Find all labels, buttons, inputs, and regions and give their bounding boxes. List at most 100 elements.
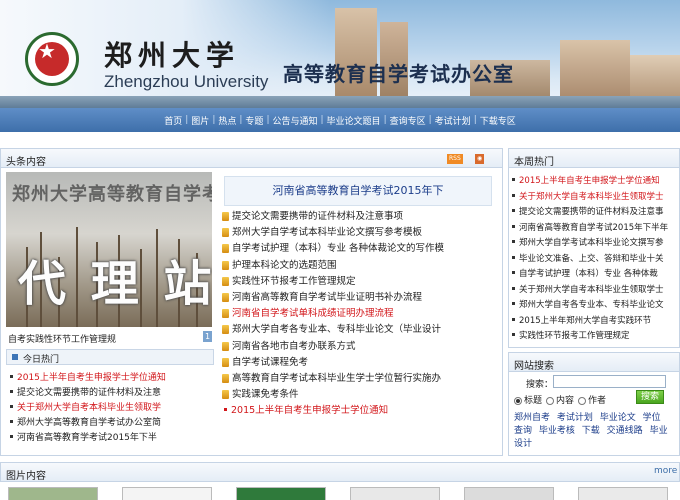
nav-item[interactable]: 查询专区 [387,114,429,127]
search-button[interactable]: 搜索 [636,390,664,404]
bullet-icon [512,302,515,305]
quick-links: 郑州自考 考试计划 毕业论文 学位 查询 毕业考核 下载 交通线路 毕业设计 [514,412,676,451]
document-icon [222,292,229,302]
search-label: 搜索： [526,380,554,390]
document-icon [222,390,229,400]
list-item[interactable]: 自学考试护理（本科）专业 各种体裁 [512,267,678,283]
rss-icon[interactable]: RSS [447,154,463,164]
header-banner: ★ 郑州大学 Zhengzhou University 高等教育自学考试办公室 [0,0,680,108]
nav-item[interactable]: 考试计划 [432,114,474,127]
quick-link[interactable]: 毕业论文 [600,413,636,423]
banner-building [560,40,630,100]
list-item[interactable]: 提交论文需要携带的证件材料及注意事项 [222,209,502,225]
list-item[interactable]: 实践性环节报考工作管理规定 [512,329,678,345]
search-input[interactable] [553,375,666,388]
main-nav: 首页 | 图片 | 热点 | 专题 | 公告与通知 | 毕业论文题目 | 查询专区 | 考试计… [0,108,680,132]
list-item[interactable]: 护理本科论文的选题范围 [222,258,502,274]
list-item[interactable]: 郑州大学高等教育自学考试办公室简 [10,416,210,431]
list-item[interactable]: 关于郑州大学自考本科毕业生领取学士 [512,190,678,206]
list-item[interactable]: 2015上半年郑州大学自考实践环节 [512,314,678,330]
radio-content[interactable]: 内容 [546,393,574,406]
bullet-icon [10,390,13,393]
nav-item[interactable]: 毕业论文题目 [324,114,384,127]
list-item[interactable]: 提交论文需要携带的证件材料及注意 [10,386,210,401]
headline-photo[interactable]: 郑州大学高等教育自学考试工作 代 理 站 [6,172,212,327]
bullet-icon [10,405,13,408]
quick-link[interactable]: 下载 [582,426,600,436]
picture-thumbnail[interactable] [122,487,212,500]
list-item[interactable]: 关于郑州大学自考本科毕业生领取学 [10,401,210,416]
star-icon: ★ [38,39,56,63]
list-item[interactable]: 河南省自学考试单科成绩证明办理流程 [222,306,502,322]
list-item[interactable]: 高等教育自学考试本科毕业生学士学位暂行实施办 [222,371,502,387]
weekly-hot-title: 本周热门 [514,157,554,168]
list-item[interactable]: 河南省各地市自考办联系方式 [222,339,502,355]
list-item[interactable]: 2015上半年自考生申报学士学位通知 [512,174,678,190]
document-icon [222,228,229,238]
list-item[interactable]: 毕业论文准备、上交、答辩和毕业十关 [512,252,678,268]
center-article-list: 提交论文需要携带的证件材料及注意事项 郑州大学自学考试本科毕业论文撰写参考模板 … [222,209,502,419]
bullet-icon [512,255,515,259]
nav-item[interactable]: 下载专区 [477,114,519,127]
bullet-icon [224,408,227,412]
nav-item[interactable]: 热点 [215,114,239,127]
square-icon [12,354,18,360]
quick-link[interactable]: 郑州自考 [514,413,550,423]
list-item[interactable]: 提交论文需要携带的证件材料及注意事 [512,205,678,221]
bullet-icon [512,178,515,181]
pictures-panel-header: 图片内容 [0,462,680,482]
quick-link[interactable]: 考试计划 [557,413,593,423]
quick-link[interactable]: 交通线路 [607,426,643,436]
list-item[interactable]: 郑州大学自学考试本科毕业论文撰写参 [512,236,678,252]
slide-index[interactable]: 1 [203,331,212,342]
document-icon [222,373,229,383]
headline-panel-header: 头条内容 RSS ◉ [0,148,503,168]
list-item[interactable]: 自学考试课程免考 [222,355,502,371]
picture-thumbnail[interactable] [464,487,554,500]
list-item[interactable]: 郑州大学自考各专业本、专科毕业论文 [512,298,678,314]
picture-thumbnail[interactable] [578,487,668,500]
bullet-icon [512,224,515,228]
picture-thumbnail[interactable] [236,487,326,500]
list-item[interactable]: 2015上半年自考生申报学士学位通知 [222,403,502,419]
bullet-icon [512,193,515,197]
nav-item[interactable]: 首页 [161,114,185,127]
document-icon [222,276,229,286]
weekly-hot-list: 2015上半年自考生申报学士学位通知 关于郑州大学自考本科毕业生领取学士 提交论… [512,174,678,345]
bullet-icon [10,375,13,378]
today-hot-title: 今日热门 [23,355,60,365]
quick-link[interactable]: 毕业考核 [539,426,575,436]
search-panel-header: 网站搜索 [508,352,680,372]
nav-item[interactable]: 专题 [242,114,266,127]
photo-caption[interactable]: 自考实践性环节工作管理规 [8,332,116,345]
list-item[interactable]: 实践性环节报考工作管理规定 [222,274,502,290]
list-item[interactable]: 河南省高等教育学考试2015年下半 [10,431,210,446]
center-headline[interactable]: 河南省高等教育自学考试2015年下 [224,176,492,206]
list-item[interactable]: 河南省高等教育自学考试毕业证明书补办流程 [222,290,502,306]
radio-author[interactable]: 作者 [578,393,606,406]
nav-item[interactable]: 公告与通知 [269,114,320,127]
bullet-icon [10,435,13,438]
quick-link[interactable]: 查询 [514,426,532,436]
nav-item[interactable]: 图片 [188,114,212,127]
picture-thumbnail[interactable] [8,487,98,500]
list-item[interactable]: 河南省高等教育自学考试2015年下半年 [512,221,678,237]
quick-link[interactable]: 学位 [643,413,661,423]
list-item[interactable]: 2015上半年自考生申报学士学位通知 [10,371,210,386]
bullet-icon [512,317,515,321]
photo-overlay-big-text: 代 理 站 [18,256,212,312]
list-item[interactable]: 关于郑州大学自考本科毕业生领取学士 [512,283,678,299]
more-link[interactable]: more [654,466,677,476]
banner-building [630,55,680,100]
radio-title[interactable]: 标题 [514,393,542,406]
picture-thumbnail[interactable] [350,487,440,500]
list-item[interactable]: 郑州大学自学考试本科毕业论文撰写参考模板 [222,225,502,241]
list-item[interactable]: 实践课免考条件 [222,387,502,403]
list-item[interactable]: 郑州大学自考各专业本、专科毕业论文（毕业设计 [222,322,502,338]
list-item[interactable]: 自学考试护理（本科）专业 各种体裁论文的写作模 [222,241,502,257]
search-panel-title: 网站搜索 [514,361,554,372]
headline-panel-title: 头条内容 [6,157,46,168]
rss-subscribe-icon[interactable]: ◉ [475,154,485,164]
university-name-en: Zhengzhou University [104,72,269,91]
office-title: 高等教育自学考试办公室 [283,62,514,86]
